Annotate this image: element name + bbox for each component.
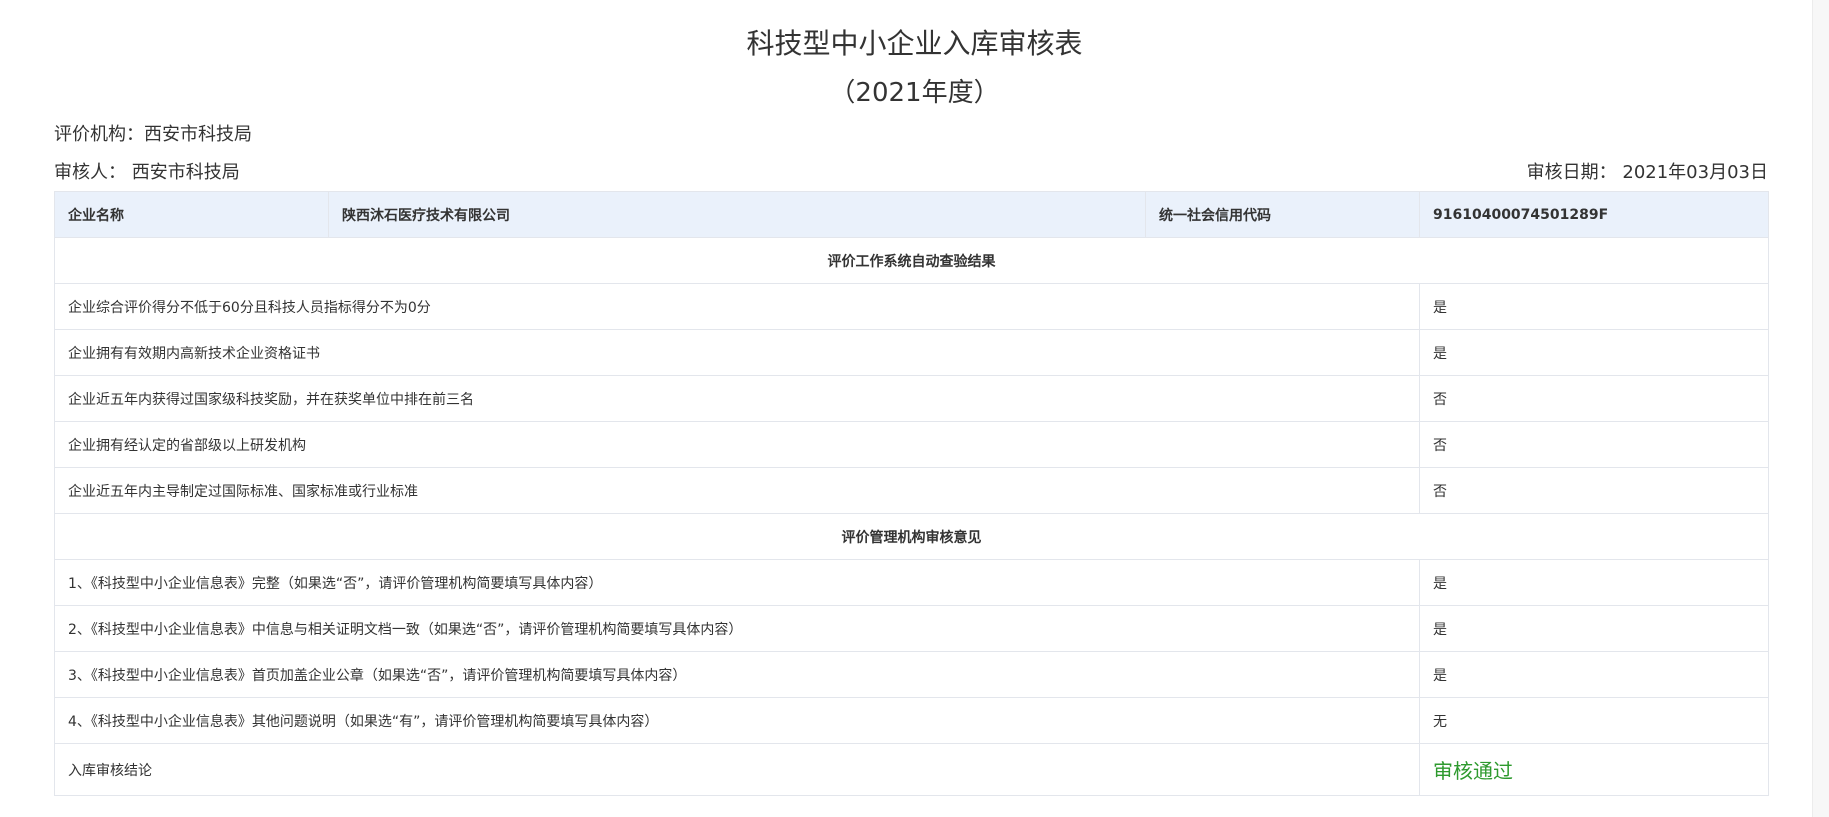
auto-check-heading: 评价工作系统自动查验结果 [54,237,1769,284]
evaluation-org: 评价机构：西安市科技局 [54,122,252,148]
table-row: 企业近五年内获得过国家级科技奖励，并在获奖单位中排在前三名 否 [54,375,1769,422]
credit-code-value: 91610400074501289F [1419,191,1769,238]
review-item: 2、《科技型中小企业信息表》中信息与相关证明文档一致（如果选“否”，请评价管理机… [54,605,1420,652]
table-row: 企业拥有经认定的省部级以上研发机构 否 [54,421,1769,468]
page-subtitle: （2021年度） [829,78,1000,108]
check-item: 企业拥有经认定的省部级以上研发机构 [54,421,1420,468]
company-name-label: 企业名称 [54,191,329,238]
table-row: 3、《科技型中小企业信息表》首页加盖企业公章（如果选“否”，请评价管理机构简要填… [54,651,1769,698]
check-item: 企业近五年内获得过国家级科技奖励，并在获奖单位中排在前三名 [54,375,1420,422]
table-row: 企业近五年内主导制定过国际标准、国家标准或行业标准 否 [54,467,1769,514]
audit-table: 企业名称 陕西沐石医疗技术有限公司 统一社会信用代码 9161040007450… [54,191,1769,796]
review-date: 审核日期： 2021年03月03日 [1527,160,1768,186]
credit-code-label: 统一社会信用代码 [1145,191,1420,238]
review-result: 是 [1419,605,1769,652]
table-row: 1、《科技型中小企业信息表》完整（如果选“否”，请评价管理机构简要填写具体内容）… [54,559,1769,606]
review-result: 是 [1419,559,1769,606]
table-row: 4、《科技型中小企业信息表》其他问题说明（如果选“有”，请评价管理机构简要填写具… [54,697,1769,744]
check-result: 否 [1419,467,1769,514]
table-row: 企业拥有有效期内高新技术企业资格证书 是 [54,329,1769,376]
reviewer: 审核人： 西安市科技局 [54,160,240,186]
check-item: 企业拥有有效期内高新技术企业资格证书 [54,329,1420,376]
conclusion-label: 入库审核结论 [54,743,1420,796]
company-name-value: 陕西沐石医疗技术有限公司 [328,191,1146,238]
management-review-heading: 评价管理机构审核意见 [54,513,1769,560]
auto-check-section-row: 评价工作系统自动查验结果 [54,237,1769,284]
table-row: 企业综合评价得分不低于60分且科技人员指标得分不为0分 是 [54,283,1769,330]
check-result: 是 [1419,283,1769,330]
vertical-scrollbar[interactable] [1812,0,1829,817]
table-row: 2、《科技型中小企业信息表》中信息与相关证明文档一致（如果选“否”，请评价管理机… [54,605,1769,652]
reviewer-value: 西安市科技局 [131,162,240,183]
review-item: 3、《科技型中小企业信息表》首页加盖企业公章（如果选“否”，请评价管理机构简要填… [54,651,1420,698]
management-review-section-row: 评价管理机构审核意见 [54,513,1769,560]
review-item: 4、《科技型中小企业信息表》其他问题说明（如果选“有”，请评价管理机构简要填写具… [54,697,1420,744]
conclusion-status: 审核通过 [1433,759,1513,783]
page-title: 科技型中小企业入库审核表 [746,27,1083,60]
evaluation-org-value: 西安市科技局 [144,124,252,145]
conclusion-value-cell: 审核通过 [1419,743,1769,796]
company-header-row: 企业名称 陕西沐石医疗技术有限公司 统一社会信用代码 9161040007450… [54,191,1769,238]
review-result: 无 [1419,697,1769,744]
review-result: 是 [1419,651,1769,698]
evaluation-org-label: 评价机构： [54,124,144,145]
check-result: 否 [1419,375,1769,422]
check-item: 企业近五年内主导制定过国际标准、国家标准或行业标准 [54,467,1420,514]
review-item: 1、《科技型中小企业信息表》完整（如果选“否”，请评价管理机构简要填写具体内容） [54,559,1420,606]
review-date-value: 2021年03月03日 [1622,162,1768,183]
check-item: 企业综合评价得分不低于60分且科技人员指标得分不为0分 [54,283,1420,330]
check-result: 否 [1419,421,1769,468]
reviewer-label: 审核人： [54,162,126,183]
check-result: 是 [1419,329,1769,376]
conclusion-row: 入库审核结论 审核通过 [54,743,1769,796]
review-date-label: 审核日期： [1526,162,1617,183]
